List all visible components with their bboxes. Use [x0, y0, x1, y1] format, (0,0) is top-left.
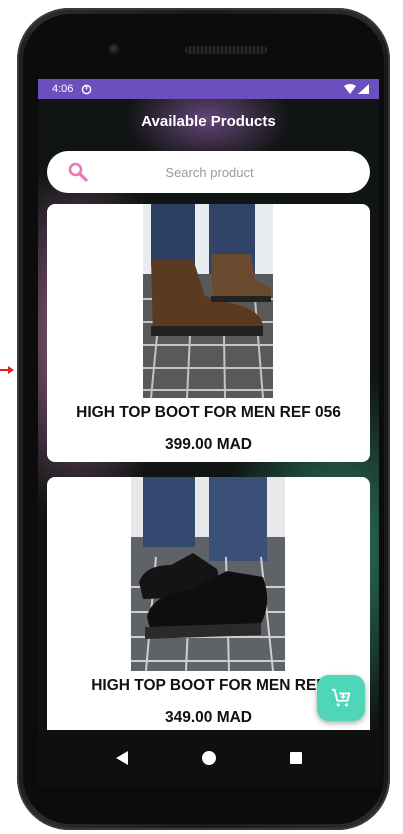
signal-icon — [358, 84, 369, 94]
cart-fab-button[interactable] — [317, 675, 365, 721]
search-icon[interactable] — [67, 161, 89, 183]
home-button[interactable] — [197, 746, 221, 770]
back-triangle-icon — [115, 751, 128, 765]
product-image-boot — [143, 204, 273, 398]
add-to-cart-icon — [331, 688, 351, 707]
app-screen: 4:06 Available Products Search product H… — [38, 79, 379, 730]
sync-status-icon — [82, 84, 92, 94]
red-arrow-marker — [0, 366, 14, 374]
product-card[interactable]: HIGH TOP BOOT FOR MEN REF 056 399.00 MAD — [47, 204, 370, 462]
status-time: 4:06 — [52, 83, 74, 95]
product-price: 399.00 MAD — [164, 436, 252, 453]
status-bar: 4:06 — [38, 79, 379, 99]
search-bar[interactable]: Search product — [47, 151, 370, 193]
recents-button[interactable] — [284, 746, 308, 770]
system-nav-bar — [38, 730, 379, 786]
recents-square-icon — [289, 752, 302, 764]
wifi-icon — [344, 84, 356, 94]
search-input[interactable]: Search product — [89, 165, 370, 180]
page-title: Available Products — [141, 112, 276, 130]
home-circle-icon — [201, 751, 216, 765]
earpiece-speaker — [185, 46, 267, 54]
front-camera — [109, 44, 120, 55]
app-bar: Available Products — [38, 99, 379, 143]
product-image-shoe — [131, 477, 285, 671]
product-title: HIGH TOP BOOT FOR MEN REF 056 — [76, 404, 341, 421]
back-button[interactable] — [110, 746, 134, 770]
